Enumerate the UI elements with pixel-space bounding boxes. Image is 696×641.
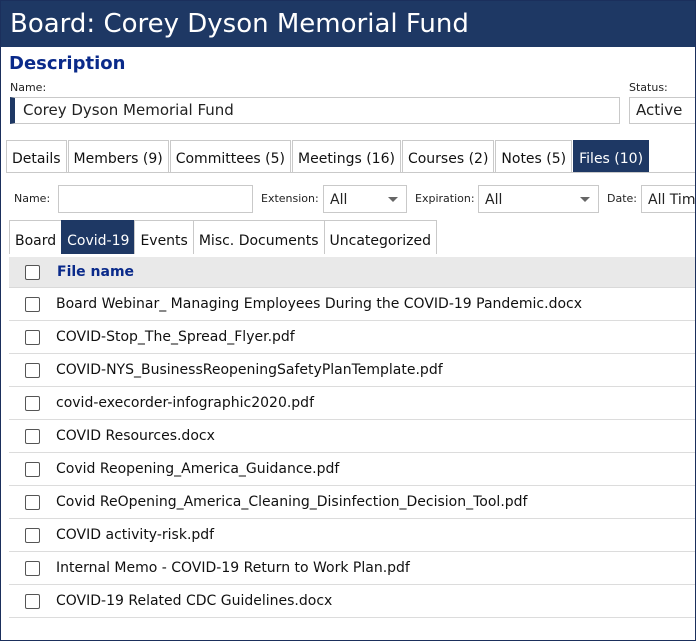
status-label: Status: [629, 81, 668, 94]
filter-extension-select[interactable]: All [323, 185, 407, 213]
filter-expiration-value: All [485, 192, 503, 208]
file-name[interactable]: covid-execorder-infographic2020.pdf [56, 395, 314, 411]
filter-extension-value: All [330, 192, 348, 208]
filter-expiration-label: Expiration: [415, 192, 475, 205]
filter-date-label: Date: [607, 192, 637, 205]
file-name[interactable]: COVID-NYS_BusinessReopeningSafetyPlanTem… [56, 362, 443, 378]
filter-name-label: Name: [14, 192, 51, 205]
name-label: Name: [10, 81, 47, 94]
chevron-down-icon [580, 197, 590, 202]
chevron-down-icon [388, 197, 398, 202]
table-header: File name [9, 257, 695, 288]
board-window: Board: Corey Dyson Memorial Fund Descrip… [0, 0, 696, 641]
row-checkbox[interactable] [25, 527, 40, 543]
row-checkbox[interactable] [25, 296, 40, 312]
category-tabs: Board Covid-19 Events Misc. Documents Un… [9, 220, 437, 254]
subtab-uncategorized[interactable]: Uncategorized [323, 220, 437, 254]
row-checkbox[interactable] [25, 494, 40, 510]
file-name[interactable]: Internal Memo - COVID-19 Return to Work … [56, 560, 410, 576]
file-name[interactable]: COVID-Stop_The_Spread_Flyer.pdf [56, 329, 295, 345]
filter-date-select[interactable]: All Tim [641, 185, 696, 213]
section-heading: Description [9, 53, 126, 74]
table-row[interactable]: Covid Reopening_America_Guidance.pdf [9, 453, 695, 486]
row-checkbox[interactable] [25, 461, 40, 477]
table-row[interactable]: Internal Memo - COVID-19 Return to Work … [9, 552, 695, 585]
files-table: File name Board Webinar_ Managing Employ… [9, 257, 695, 618]
filter-expiration-select[interactable]: All [478, 185, 599, 213]
file-name[interactable]: COVID activity-risk.pdf [56, 527, 214, 543]
status-select[interactable]: Active [629, 97, 695, 124]
file-name[interactable]: COVID-19 Related CDC Guidelines.docx [56, 593, 332, 609]
subtab-events[interactable]: Events [134, 220, 194, 254]
table-row[interactable]: Covid ReOpening_America_Cleaning_Disinfe… [9, 486, 695, 519]
filter-extension-label: Extension: [261, 192, 319, 205]
file-name[interactable]: Board Webinar_ Managing Employees During… [56, 296, 582, 312]
file-name[interactable]: COVID Resources.docx [56, 428, 215, 444]
window-title: Board: Corey Dyson Memorial Fund [1, 1, 695, 47]
tab-meetings[interactable]: Meetings (16) [292, 140, 401, 172]
subtab-board[interactable]: Board [9, 220, 63, 254]
table-row[interactable]: COVID Resources.docx [9, 420, 695, 453]
tab-details[interactable]: Details [6, 140, 67, 172]
row-checkbox[interactable] [25, 560, 40, 576]
file-name[interactable]: Covid Reopening_America_Guidance.pdf [56, 461, 339, 477]
tab-notes[interactable]: Notes (5) [495, 140, 573, 172]
tabs-divider [6, 172, 695, 173]
subtab-misc-documents[interactable]: Misc. Documents [192, 220, 325, 254]
table-row[interactable]: COVID-19 Related CDC Guidelines.docx [9, 585, 695, 618]
main-tabs: Details Members (9) Committees (5) Meeti… [6, 140, 650, 172]
tab-committees[interactable]: Committees (5) [169, 140, 292, 172]
row-checkbox[interactable] [25, 329, 40, 345]
subtab-covid-19[interactable]: Covid-19 [61, 220, 136, 254]
row-checkbox[interactable] [25, 428, 40, 444]
column-file-name[interactable]: File name [57, 264, 134, 280]
tab-files[interactable]: Files (10) [573, 140, 650, 172]
file-filters: Name: Extension: All Expiration: All Dat… [1, 184, 696, 214]
board-name-input[interactable]: Corey Dyson Memorial Fund [10, 97, 620, 124]
file-name[interactable]: Covid ReOpening_America_Cleaning_Disinfe… [56, 494, 527, 510]
row-checkbox[interactable] [25, 362, 40, 378]
table-row[interactable]: COVID-Stop_The_Spread_Flyer.pdf [9, 321, 695, 354]
table-row[interactable]: COVID-NYS_BusinessReopeningSafetyPlanTem… [9, 354, 695, 387]
table-row[interactable]: Board Webinar_ Managing Employees During… [9, 288, 695, 321]
filter-name-input[interactable] [58, 185, 253, 213]
filter-date-value: All Tim [648, 192, 696, 208]
table-row[interactable]: COVID activity-risk.pdf [9, 519, 695, 552]
tab-courses[interactable]: Courses (2) [401, 140, 495, 172]
table-row[interactable]: covid-execorder-infographic2020.pdf [9, 387, 695, 420]
select-all-checkbox[interactable] [25, 264, 40, 280]
row-checkbox[interactable] [25, 395, 40, 411]
row-checkbox[interactable] [25, 593, 40, 609]
tab-members[interactable]: Members (9) [67, 140, 169, 172]
